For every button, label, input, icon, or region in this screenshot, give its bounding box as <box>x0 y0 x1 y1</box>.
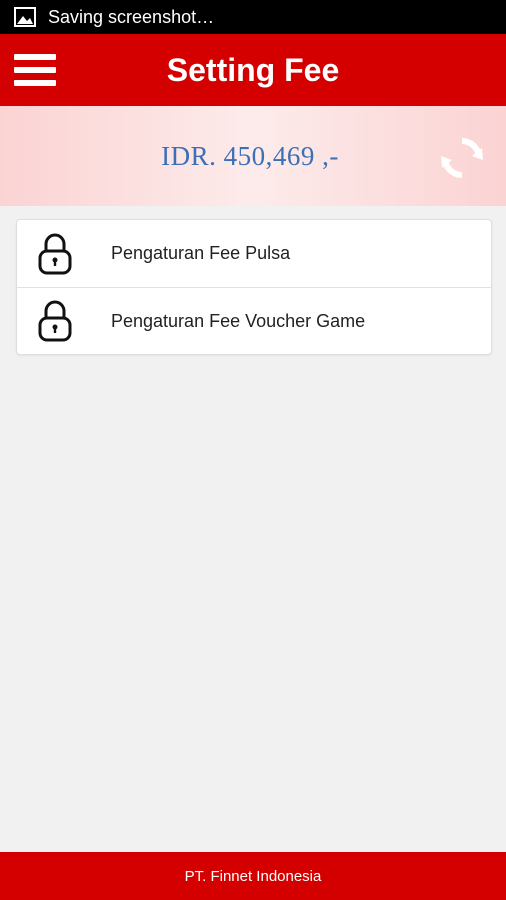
image-icon <box>14 7 36 27</box>
list-item-label: Pengaturan Fee Pulsa <box>111 243 291 263</box>
hamburger-menu-icon[interactable] <box>14 52 58 88</box>
fee-settings-list: Pengaturan Fee Pulsa Pengaturan Fee Vouc… <box>16 219 492 355</box>
list-item-label: Pengaturan Fee Voucher Game <box>111 310 366 331</box>
lock-icon <box>38 233 72 274</box>
status-notification-text: Saving screenshot… <box>48 6 215 27</box>
page-title: Setting Fee <box>166 51 340 88</box>
balance-amount: IDR. 450,469 ,- <box>161 140 339 171</box>
list-item-fee-voucher-game[interactable]: Pengaturan Fee Voucher Game <box>17 287 491 354</box>
footer-company-name: PT. Finnet Indonesia <box>184 867 322 885</box>
balance-panel: IDR. 450,469 ,- <box>0 106 506 206</box>
app-bar: Setting Fee <box>0 34 506 106</box>
footer: PT. Finnet Indonesia <box>0 852 506 900</box>
refresh-icon[interactable] <box>438 134 486 182</box>
list-item-fee-pulsa[interactable]: Pengaturan Fee Pulsa <box>17 220 491 287</box>
status-bar: Saving screenshot… <box>0 0 506 34</box>
lock-icon <box>38 300 72 342</box>
